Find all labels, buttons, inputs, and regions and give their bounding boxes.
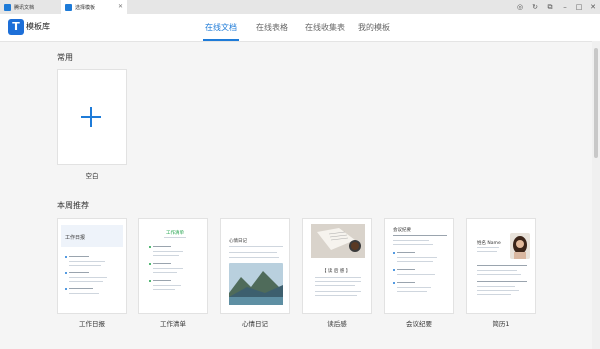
template-card-resume[interactable]: 姓名 Name	[466, 218, 536, 314]
template-label: 工作日报	[79, 320, 105, 328]
docs-icon	[4, 3, 11, 11]
template-label: 简历1	[492, 320, 510, 328]
tab-label: 选择模板	[75, 4, 96, 11]
book-photo	[311, 224, 365, 258]
nav-online-forms[interactable]: 在线收集表	[305, 22, 345, 33]
template-card-meeting-minutes[interactable]: 会议纪要	[384, 218, 454, 314]
refresh-icon[interactable]: ↻	[530, 2, 540, 12]
docs-icon	[65, 3, 72, 11]
nav-my-templates[interactable]: 我的模板	[358, 22, 390, 33]
card-heading: 【 读 后 感 】	[322, 269, 351, 274]
tab-label: 腾讯文档	[14, 4, 35, 11]
app-header: T 模板库 在线文档 在线表格 在线收集表 我的模板	[0, 14, 600, 42]
mountain-photo	[229, 263, 283, 305]
template-card-mood-diary[interactable]: 心情日记	[220, 218, 290, 314]
template-card-work-checklist[interactable]: 工作清单	[138, 218, 208, 314]
logo-icon: T	[8, 19, 24, 35]
section-title-common: 常用	[57, 53, 73, 62]
template-label: 工作清单	[160, 320, 186, 328]
avatar	[510, 233, 530, 259]
restore-icon[interactable]: ⧉	[545, 2, 555, 12]
nav-online-docs[interactable]: 在线文档	[205, 22, 237, 33]
template-card-book-review[interactable]: 【 读 后 感 】	[302, 218, 372, 314]
active-nav-indicator	[203, 39, 239, 41]
blank-label: 空白	[85, 172, 99, 180]
close-icon[interactable]: ✕	[588, 2, 598, 12]
logo-text: 模板库	[26, 22, 50, 31]
template-label: 心情日记	[242, 320, 268, 328]
card-heading: 姓名 Name	[477, 241, 501, 246]
template-label: 会议纪要	[406, 320, 432, 328]
scrollbar-thumb[interactable]	[594, 48, 598, 158]
plus-icon-vertical	[90, 107, 92, 127]
card-heading: 工作日报	[65, 235, 86, 241]
template-label: 读后感	[327, 320, 347, 328]
card-heading: 心情日记	[229, 239, 247, 244]
title-bar: 腾讯文档 选择模板 ✕ ◎ ↻ ⧉ – □ ✕	[0, 0, 600, 14]
minimize-icon[interactable]: –	[560, 2, 570, 12]
nav-online-sheets[interactable]: 在线表格	[256, 22, 288, 33]
card-heading: 会议纪要	[393, 228, 411, 233]
tab-choose-template[interactable]: 选择模板 ✕	[61, 0, 127, 14]
template-card-daily-report[interactable]: 工作日报	[57, 218, 127, 314]
tab-tencent-docs[interactable]: 腾讯文档	[0, 0, 60, 14]
card-heading: 工作清单	[166, 231, 184, 236]
target-icon[interactable]: ◎	[515, 2, 525, 12]
maximize-icon[interactable]: □	[574, 2, 584, 12]
section-title-weekly: 本周推荐	[57, 201, 89, 210]
close-tab-icon[interactable]: ✕	[118, 3, 123, 10]
